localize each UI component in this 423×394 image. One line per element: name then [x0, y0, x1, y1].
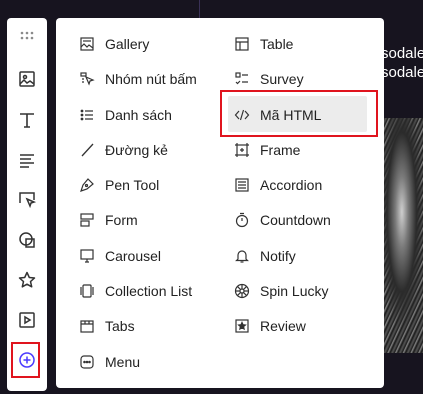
- highlight-annotation-box: [220, 90, 378, 137]
- menu-item-accordion[interactable]: Accordion: [233, 170, 322, 200]
- carousel-icon: [78, 247, 96, 265]
- menu-item-label: Countdown: [260, 212, 331, 228]
- frame-icon: [233, 141, 251, 159]
- menu-item-label: Tabs: [105, 318, 135, 334]
- add-element-menu: Gallery Nhóm nút bấm Danh sách Đường kẻ …: [56, 18, 384, 388]
- button-group-icon: [78, 70, 96, 88]
- pen-tool-icon: [78, 176, 96, 194]
- survey-icon: [233, 70, 251, 88]
- canvas-text-line: sodale: [381, 45, 423, 62]
- menu-icon: [78, 353, 96, 371]
- menu-item-label: Review: [260, 318, 306, 334]
- canvas-text-line: sodale: [381, 64, 423, 81]
- menu-item-countdown[interactable]: Countdown: [233, 205, 331, 235]
- menu-item-pen-tool[interactable]: Pen Tool: [78, 170, 159, 200]
- line-icon: [78, 141, 96, 159]
- accordion-icon: [233, 176, 251, 194]
- menu-item-spin-lucky[interactable]: Spin Lucky: [233, 276, 328, 306]
- menu-item-label: Nhóm nút bấm: [105, 71, 197, 87]
- menu-item-collection-list[interactable]: Collection List: [78, 276, 192, 306]
- menu-item-label: Collection List: [105, 283, 193, 299]
- menu-item-notify[interactable]: Notify: [233, 241, 296, 271]
- table-icon: [233, 35, 251, 53]
- menu-item-menu[interactable]: Menu: [78, 347, 140, 377]
- menu-item-frame[interactable]: Frame: [233, 135, 300, 165]
- active-tool-highlight: [11, 342, 40, 378]
- list-icon: [78, 106, 96, 124]
- drag-handle-icon[interactable]: [15, 24, 39, 48]
- menu-item-label: Table: [260, 36, 294, 52]
- menu-item-label: Gallery: [105, 36, 150, 52]
- menu-item-label: Spin Lucky: [260, 283, 329, 299]
- menu-item-label: Survey: [260, 71, 304, 87]
- bell-icon: [233, 247, 251, 265]
- menu-item-label: Danh sách: [105, 107, 172, 123]
- image-icon[interactable]: [15, 67, 39, 91]
- menu-item-label: Accordion: [260, 177, 323, 193]
- menu-item-label: Carousel: [105, 248, 162, 264]
- menu-item-carousel[interactable]: Carousel: [78, 241, 161, 271]
- collection-list-icon: [78, 282, 96, 300]
- text-icon[interactable]: [15, 108, 39, 132]
- menu-item-tabs[interactable]: Tabs: [78, 311, 135, 341]
- menu-item-label: Đường kẻ: [105, 142, 168, 158]
- spin-wheel-icon: [233, 282, 251, 300]
- gallery-icon: [78, 35, 96, 53]
- menu-item-label: Pen Tool: [105, 177, 160, 193]
- review-icon: [233, 317, 251, 335]
- menu-item-line[interactable]: Đường kẻ: [78, 135, 168, 165]
- countdown-icon: [233, 211, 251, 229]
- menu-item-label: Form: [105, 212, 138, 228]
- menu-item-gallery[interactable]: Gallery: [78, 29, 149, 59]
- element-toolbar: [7, 18, 47, 391]
- tabs-icon: [78, 317, 96, 335]
- cursor-select-icon[interactable]: [15, 188, 39, 212]
- menu-item-form[interactable]: Form: [78, 205, 138, 235]
- video-icon[interactable]: [15, 308, 39, 332]
- form-icon: [78, 211, 96, 229]
- menu-item-review[interactable]: Review: [233, 311, 306, 341]
- menu-item-table[interactable]: Table: [233, 29, 293, 59]
- menu-item-button-group[interactable]: Nhóm nút bấm: [78, 64, 197, 94]
- paragraph-icon[interactable]: [15, 148, 39, 172]
- menu-item-list[interactable]: Danh sách: [78, 100, 172, 130]
- star-icon[interactable]: [15, 268, 39, 292]
- shapes-icon[interactable]: [15, 228, 39, 252]
- menu-item-label: Frame: [260, 142, 301, 158]
- menu-item-label: Notify: [260, 248, 296, 264]
- menu-item-label: Menu: [105, 354, 141, 370]
